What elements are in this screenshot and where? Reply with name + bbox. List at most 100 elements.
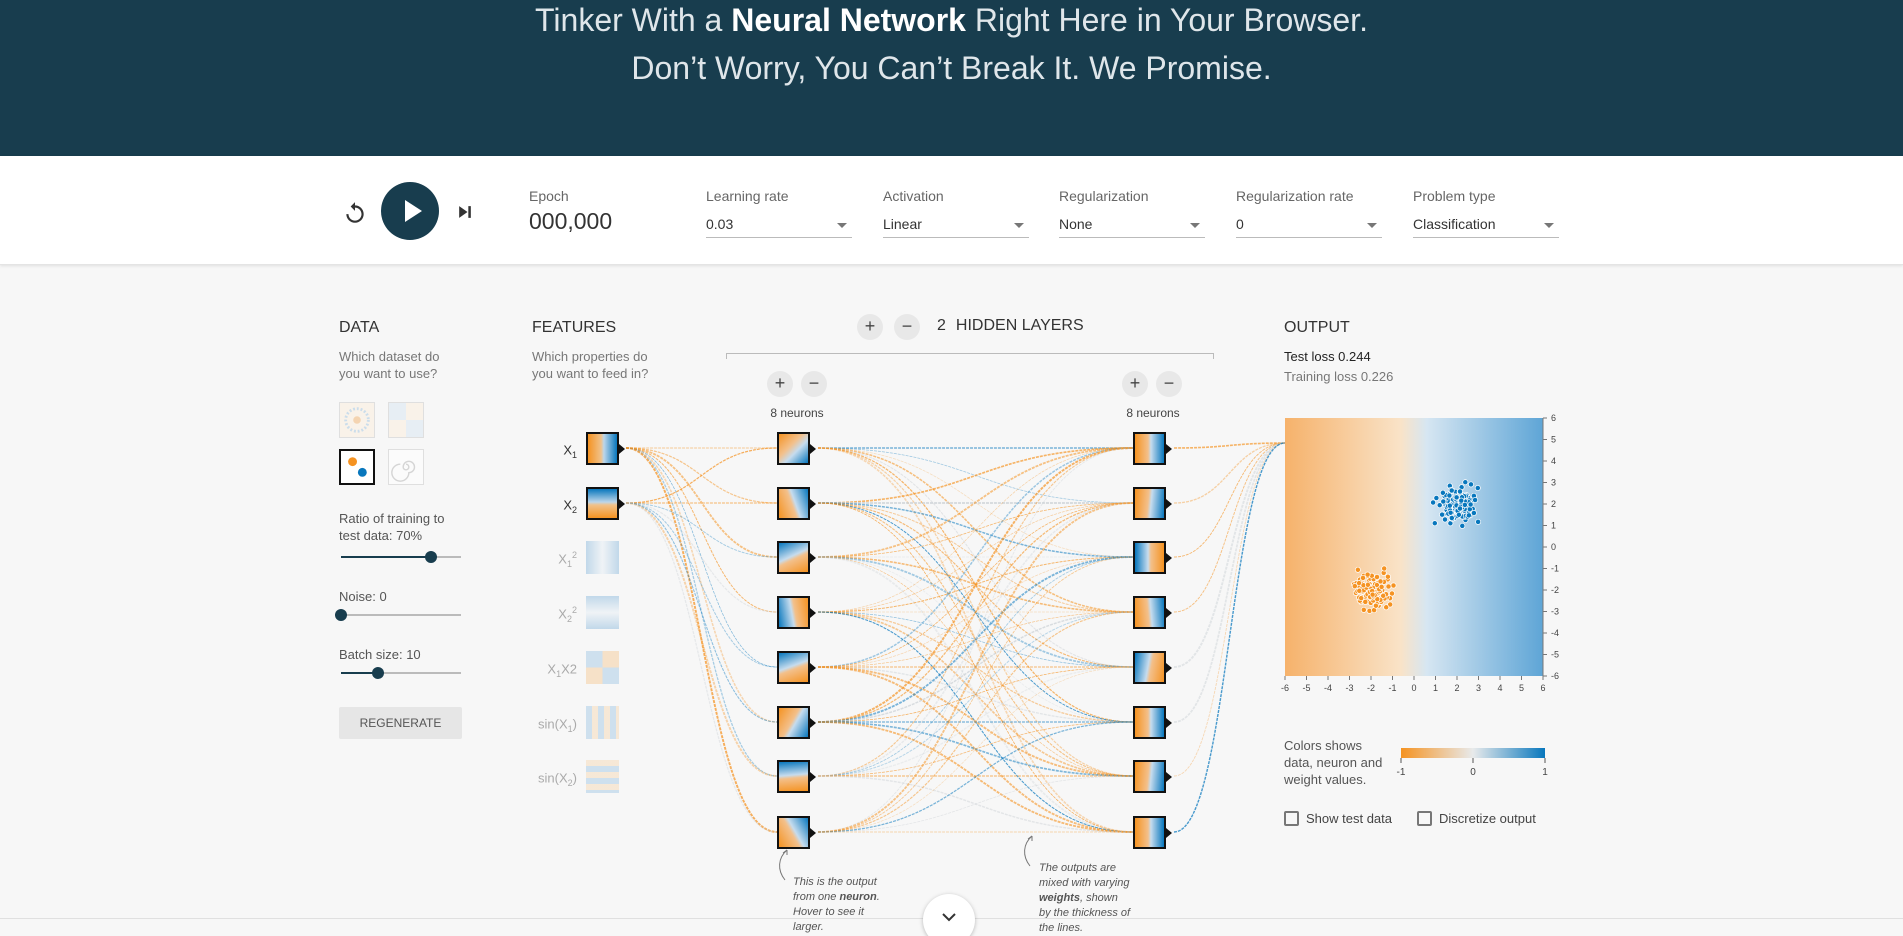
y-tick-label: 6 — [1551, 413, 1556, 423]
orange-point — [1360, 574, 1366, 581]
y-tick-label: -5 — [1551, 650, 1559, 660]
layer1-add-neuron-button[interactable]: + — [767, 371, 793, 397]
hidden-link — [817, 721, 1134, 777]
layer2-neuron[interactable] — [1133, 816, 1172, 849]
color-legend-bar: -1 0 1 — [1397, 748, 1548, 778]
layer2-neuron-count: 8 neurons — [1126, 406, 1180, 420]
y-tick-label: -2 — [1551, 585, 1559, 595]
orange-point — [1381, 565, 1388, 572]
orange-point — [1369, 591, 1376, 598]
checkbox-icon — [1417, 811, 1432, 826]
legend-tick-neg: -1 — [1397, 767, 1406, 778]
blue-point — [1439, 511, 1446, 518]
blue-point — [1468, 481, 1474, 488]
orange-point — [1372, 602, 1379, 609]
layer1-neuron[interactable] — [777, 706, 816, 739]
layer2-neuron[interactable] — [1133, 432, 1172, 465]
discretize-output-checkbox[interactable]: Discretize output — [1417, 811, 1536, 826]
x-tick-label: -4 — [1324, 683, 1332, 693]
layer2-neuron[interactable] — [1133, 706, 1172, 739]
hidden-link — [817, 502, 1134, 833]
layer2-neuron[interactable] — [1133, 760, 1172, 793]
orange-point — [1354, 566, 1361, 573]
x-tick-label: 1 — [1433, 683, 1438, 693]
orange-point — [1364, 571, 1371, 578]
layer1-neuron[interactable] — [777, 432, 816, 465]
blue-point — [1446, 502, 1453, 509]
blue-point — [1458, 497, 1465, 504]
layer1-neuron-count: 8 neurons — [770, 406, 824, 420]
y-tick-label: 4 — [1551, 456, 1556, 466]
layers-bracket — [726, 353, 1214, 359]
y-tick-label: 3 — [1551, 478, 1556, 488]
orange-point — [1356, 587, 1363, 594]
input-link — [625, 502, 778, 613]
x-tick-label: -3 — [1345, 683, 1353, 693]
layer2-add-neuron-button[interactable]: + — [1122, 371, 1148, 397]
orange-point — [1378, 583, 1385, 590]
orange-point — [1377, 578, 1384, 585]
layer1-neuron[interactable] — [777, 651, 816, 684]
blue-point — [1440, 498, 1447, 505]
x-tick-label: 4 — [1497, 683, 1502, 693]
blue-point — [1467, 501, 1474, 508]
blue-point — [1466, 506, 1473, 513]
weights-note: The outputs are mixed with varying weigh… — [1039, 862, 1131, 934]
input-link — [625, 502, 778, 833]
training-loss: Training loss 0.226 — [1284, 369, 1394, 384]
add-layer-button[interactable]: + — [857, 314, 883, 340]
hidden-link — [817, 447, 1134, 777]
hidden-link — [817, 447, 1134, 558]
orange-point — [1351, 583, 1358, 590]
remove-layer-button[interactable]: − — [894, 314, 920, 340]
layer1-neuron[interactable] — [777, 596, 816, 629]
test-loss: Test loss 0.244 — [1284, 349, 1371, 364]
blue-point — [1457, 488, 1463, 495]
output-background — [1285, 418, 1543, 676]
blue-point — [1447, 509, 1454, 516]
blue-point — [1431, 520, 1438, 527]
network-links — [625, 442, 1286, 833]
chevron-down-icon — [942, 913, 956, 922]
layer1-neuron[interactable] — [777, 816, 816, 849]
y-tick-label: -4 — [1551, 628, 1559, 638]
orange-point — [1364, 581, 1371, 588]
legend-tick-pos: 1 — [1542, 767, 1548, 778]
input-link — [625, 502, 778, 723]
neuron-output-note: This is the output from one neuron. Hove… — [793, 876, 880, 933]
blue-point — [1472, 497, 1479, 503]
blue-point — [1453, 494, 1460, 501]
layer1-neuron[interactable] — [777, 760, 816, 793]
hidden-link — [817, 721, 1134, 833]
blue-point — [1459, 522, 1466, 529]
orange-point — [1384, 573, 1391, 580]
blue-point — [1461, 501, 1468, 508]
orange-point — [1360, 606, 1367, 613]
layer2-remove-neuron-button[interactable]: − — [1156, 371, 1182, 397]
layer1-remove-neuron-button[interactable]: − — [801, 371, 827, 397]
blue-point — [1439, 489, 1446, 496]
checkbox-icon — [1284, 811, 1299, 826]
blue-point — [1433, 495, 1440, 501]
layer2-neuron[interactable] — [1133, 596, 1172, 629]
layer2-neuron[interactable] — [1133, 541, 1172, 574]
orange-point — [1390, 582, 1397, 589]
input-link — [625, 502, 778, 777]
orange-point — [1374, 574, 1380, 580]
blue-point — [1462, 479, 1469, 486]
input-link — [625, 447, 778, 504]
x-tick-label: -1 — [1388, 683, 1396, 693]
layer2-neuron[interactable] — [1133, 487, 1172, 520]
layer2-neuron[interactable] — [1133, 651, 1172, 684]
orange-point — [1383, 604, 1390, 611]
blue-point — [1448, 515, 1455, 521]
y-tick-label: -3 — [1551, 607, 1559, 617]
x-tick-label: -6 — [1281, 683, 1289, 693]
orange-point — [1380, 592, 1387, 599]
layer1-neuron[interactable] — [777, 487, 816, 520]
color-legend-text: Colors shows data, neuron and weight val… — [1284, 738, 1383, 787]
x-tick-label: 5 — [1519, 683, 1524, 693]
show-test-data-checkbox[interactable]: Show test data — [1284, 811, 1392, 826]
hidden-link — [817, 447, 1134, 668]
layer1-neuron[interactable] — [777, 541, 816, 574]
